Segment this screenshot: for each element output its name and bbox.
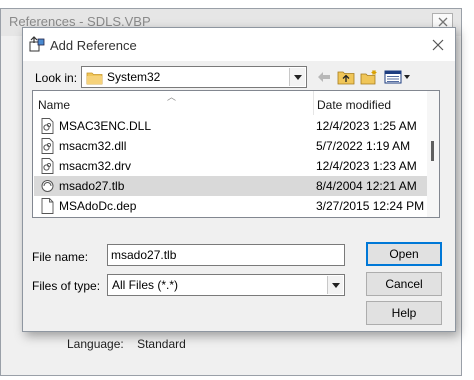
file-row[interactable]: MSAdoDc.dep 3/27/2015 12:24 PM	[34, 196, 430, 216]
generic-file-icon	[41, 198, 54, 214]
language-value: Standard	[137, 337, 186, 351]
file-type-combo[interactable]: All Files (*.*)	[107, 274, 345, 296]
view-menu-button[interactable]	[383, 67, 413, 87]
file-type-label: Files of type:	[32, 279, 101, 293]
folder-up-icon	[337, 71, 355, 85]
open-button[interactable]: Open	[366, 242, 442, 266]
file-row[interactable]: msado27.tlb 8/4/2004 12:21 AM	[34, 176, 430, 196]
dialog-close-button[interactable]	[427, 34, 449, 56]
column-header-date[interactable]: Date modified	[317, 91, 391, 115]
language-label: Language:	[67, 337, 124, 351]
vertical-scrollbar[interactable]	[427, 91, 439, 217]
view-menu-icon	[384, 70, 410, 84]
close-icon	[438, 17, 447, 27]
dll-file-icon	[41, 138, 54, 154]
close-icon	[432, 39, 444, 51]
file-row[interactable]: msacm32.drv 12/4/2023 1:23 AM	[34, 156, 430, 176]
new-folder-icon	[360, 70, 377, 85]
chevron-down-icon	[293, 74, 302, 80]
file-list[interactable]: ︿ Name Date modified MSAC3ENC.DLL 12/4/20…	[32, 90, 440, 218]
file-name-cell: MSAdoDc.dep	[59, 199, 137, 213]
dialog-title: Add Reference	[50, 38, 137, 53]
file-date-cell: 5/7/2022 1:19 AM	[316, 139, 411, 153]
look-in-dropdown-arrow[interactable]	[289, 68, 305, 86]
dialog-titlebar: Add Reference	[23, 28, 455, 61]
file-name-cell: msado27.tlb	[59, 179, 125, 193]
file-name-label: File name:	[32, 250, 89, 264]
file-date-cell: 8/4/2004 12:21 AM	[316, 179, 417, 193]
file-name-cell: MSAC3ENC.DLL	[59, 119, 152, 133]
folder-icon	[86, 72, 103, 85]
file-name-field[interactable]: msado27.tlb	[107, 244, 345, 266]
look-in-label: Look in:	[35, 71, 78, 85]
sort-ascending-icon: ︿	[167, 92, 177, 102]
help-button[interactable]: Help	[366, 301, 442, 325]
look-in-combo[interactable]: System32	[81, 66, 307, 88]
new-folder-button[interactable]	[358, 67, 380, 87]
back-button[interactable]	[313, 67, 335, 87]
tlb-file-icon	[41, 180, 54, 192]
file-type-dropdown-arrow[interactable]	[327, 276, 343, 294]
file-row[interactable]: msacm32.dll 5/7/2022 1:19 AM	[34, 136, 430, 156]
file-name-cell: msacm32.dll	[59, 139, 127, 153]
column-header-name[interactable]: Name	[38, 91, 70, 115]
language-row: Language: Standard	[67, 337, 196, 351]
file-name-cell: msacm32.drv	[59, 159, 132, 173]
look-in-value: System32	[107, 70, 161, 84]
scrollbar-thumb[interactable]	[431, 141, 434, 161]
file-name-value: msado27.tlb	[111, 248, 177, 262]
file-row[interactable]: MSAC3ENC.DLL 12/4/2023 1:25 AM	[34, 116, 430, 136]
chevron-down-icon	[331, 282, 340, 288]
file-date-cell: 12/4/2023 1:25 AM	[316, 119, 417, 133]
file-date-cell: 12/4/2023 1:23 AM	[316, 159, 417, 173]
file-date-cell: 3/27/2015 12:24 PM	[316, 199, 425, 213]
file-type-value: All Files (*.*)	[112, 278, 179, 292]
drv-file-icon	[41, 158, 54, 174]
back-arrow-icon	[318, 72, 330, 82]
up-one-level-button[interactable]	[335, 67, 357, 87]
dll-file-icon	[41, 118, 54, 134]
add-reference-dialog: Add Reference Look in: System32 ︿ Name D…	[22, 27, 456, 332]
column-separator[interactable]	[313, 91, 314, 115]
add-reference-icon	[29, 36, 45, 52]
cancel-button[interactable]: Cancel	[366, 272, 442, 296]
